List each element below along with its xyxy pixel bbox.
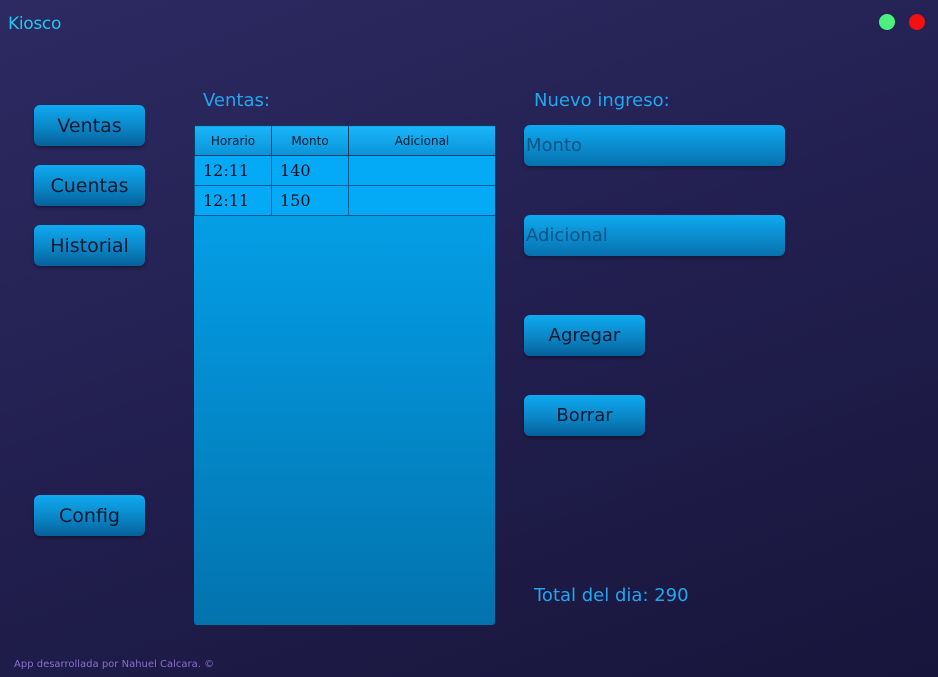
sales-table: Horario Monto Adicional 12:11 140 12:11 … [194,125,495,216]
table-row[interactable]: 12:11 140 [194,155,495,186]
table-row[interactable]: 12:11 150 [194,185,495,216]
add-button[interactable]: Agregar [524,315,645,356]
app-title: Kiosco [8,14,62,34]
cell-monto: 140 [271,155,349,186]
sales-table-panel[interactable]: Horario Monto Adicional 12:11 140 12:11 … [194,125,495,625]
adicional-input[interactable] [524,215,785,256]
monto-input[interactable] [524,125,785,166]
nav-config-button[interactable]: Config [34,495,145,536]
column-header-horario[interactable]: Horario [194,125,272,156]
table-header-row: Horario Monto Adicional [194,125,495,156]
column-header-adicional[interactable]: Adicional [348,125,495,156]
maximize-dot-icon[interactable] [879,14,895,30]
nav-cuentas-button[interactable]: Cuentas [34,165,145,206]
cell-horario: 12:11 [194,155,272,186]
cell-monto: 150 [271,185,349,216]
cell-adicional [348,155,495,186]
cell-adicional [348,185,495,216]
nav-historial-button[interactable]: Historial [34,225,145,266]
new-entry-title: Nuevo ingreso: [534,90,670,111]
close-dot-icon[interactable] [909,14,925,30]
sales-title: Ventas: [203,90,270,111]
column-header-monto[interactable]: Monto [271,125,349,156]
cell-horario: 12:11 [194,185,272,216]
clear-button[interactable]: Borrar [524,395,645,436]
footer-credit: App desarrollada por Nahuel Calcara. © [14,659,215,670]
daily-total-label: Total del dia: 290 [534,585,689,606]
nav-ventas-button[interactable]: Ventas [34,105,145,146]
